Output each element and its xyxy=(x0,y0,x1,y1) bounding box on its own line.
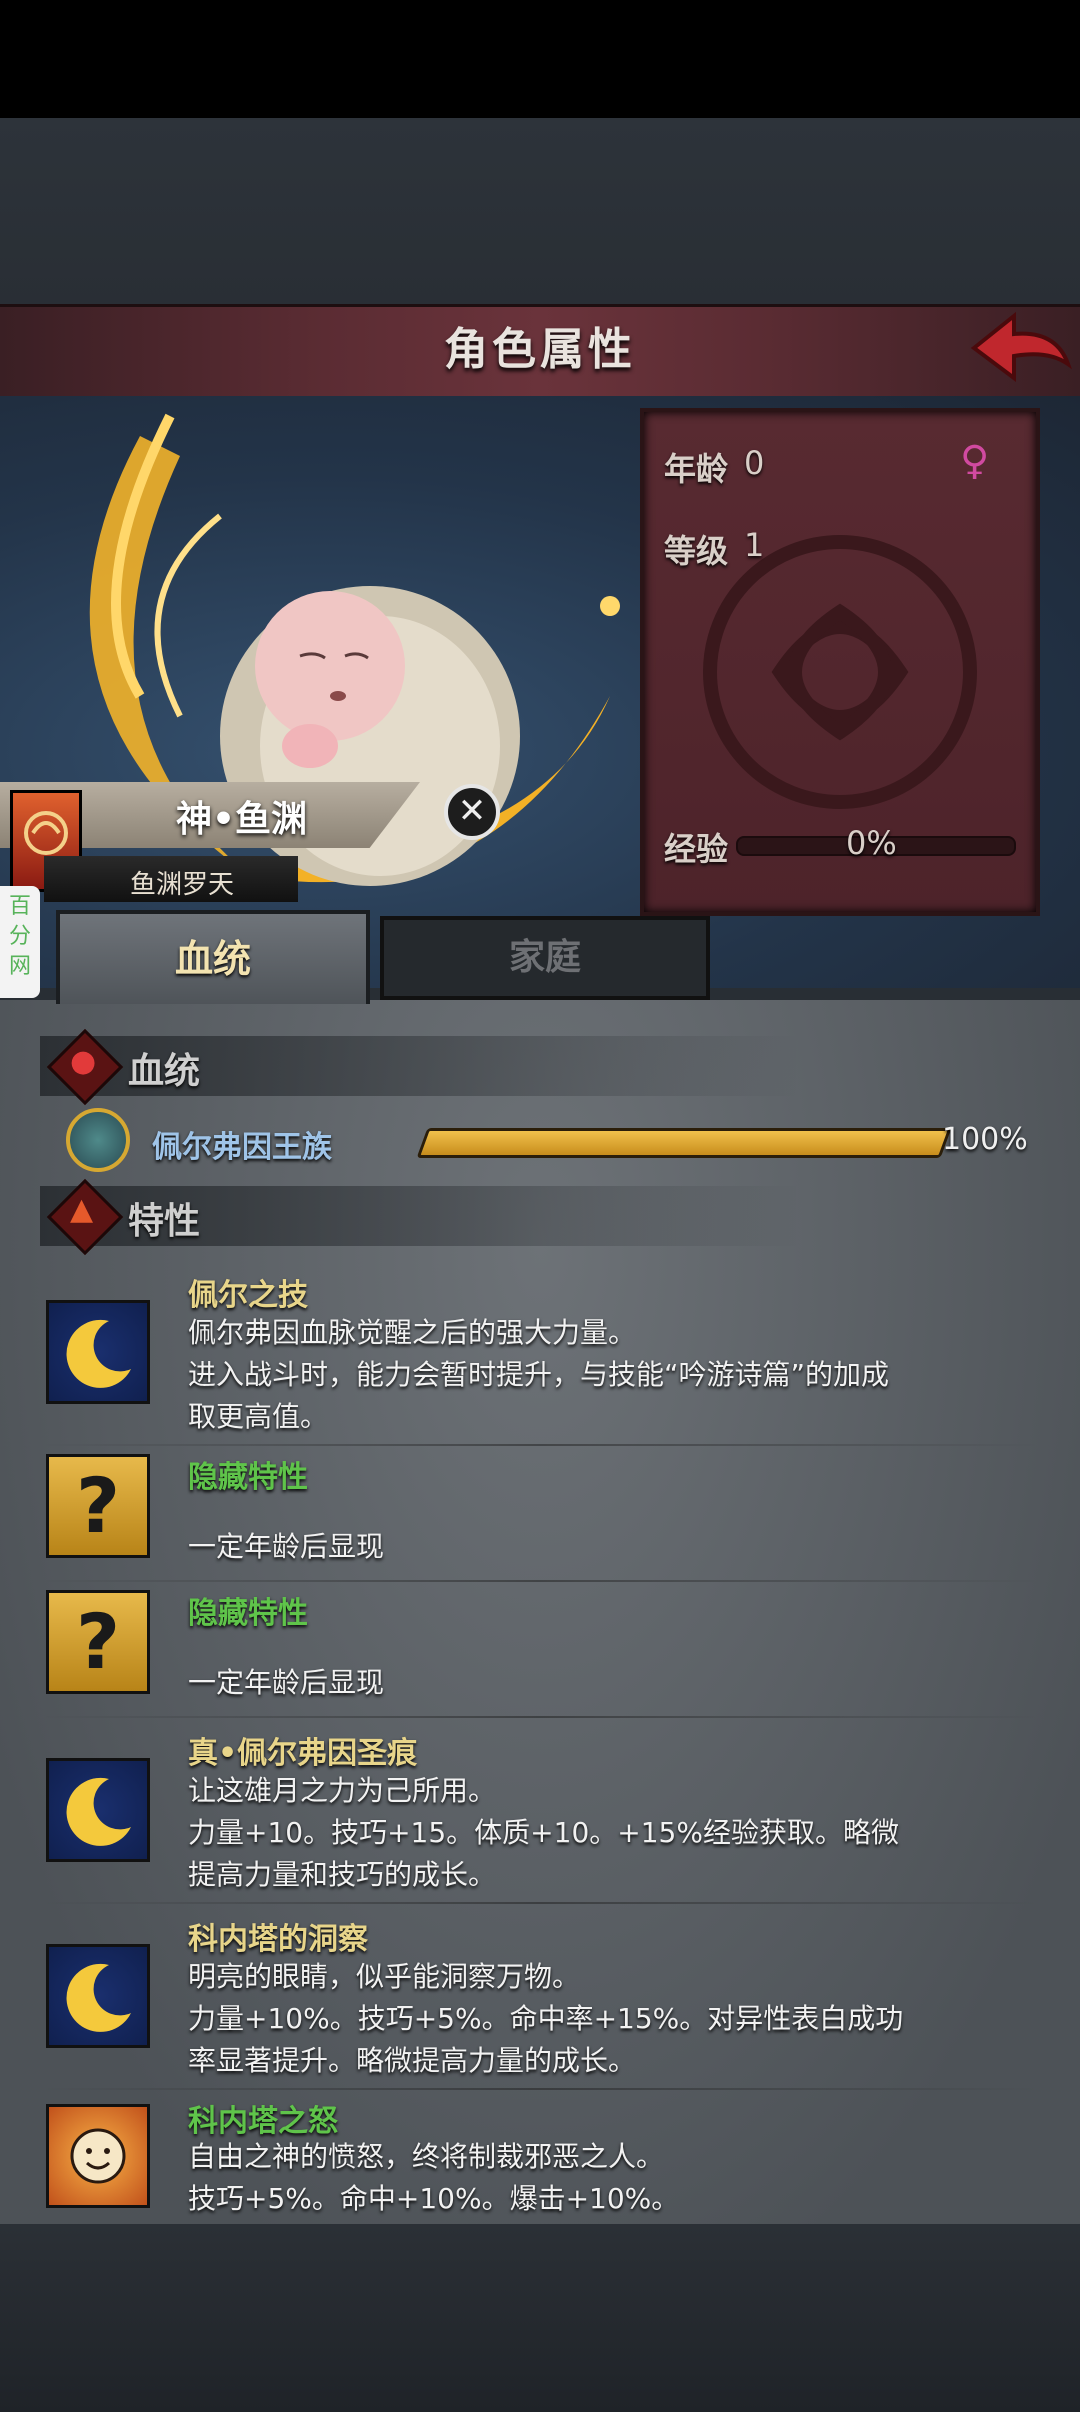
divider xyxy=(40,1716,1040,1718)
traits-section-title: 特性 xyxy=(128,1201,201,1242)
trait-description: 让这雄月之力为己所用。 力量+10。技巧+15。体质+10。+15%经验获取。略… xyxy=(188,1774,899,1891)
trait-description: 佩尔弗因血脉觉醒之后的强大力量。 进入战斗时，能力会暂时提升，与技能“吟游诗篇”… xyxy=(188,1316,890,1433)
tab-lineage-label: 血统 xyxy=(174,937,251,981)
smiling-sun-icon xyxy=(46,2104,150,2208)
lineage-section-title: 血统 xyxy=(128,1051,201,1092)
trait-description: 明亮的眼睛，似乎能洞察万物。 力量+10%。技巧+5%。命中率+15%。对异性表… xyxy=(188,1960,904,2077)
crescent-moon-icon xyxy=(46,1944,150,2048)
female-gender-icon: ♀ xyxy=(960,438,990,484)
bottom-area xyxy=(0,2224,1080,2412)
close-icon: ✕ xyxy=(457,791,487,831)
question-mark-icon: ? xyxy=(46,1590,150,1694)
page-title: 角色属性 xyxy=(444,324,636,375)
lineage-bar xyxy=(416,1128,952,1158)
watermark-text: 百分网 xyxy=(8,894,31,979)
back-button[interactable] xyxy=(968,306,1072,390)
crescent-moon-icon xyxy=(46,1300,150,1404)
flame-glyph: ▲ xyxy=(70,1192,94,1227)
trait-name: 真•佩尔弗因圣痕 xyxy=(188,1736,418,1771)
trait-name: 科内塔的洞察 xyxy=(188,1922,368,1957)
tab-lineage[interactable]: 血统 xyxy=(56,910,370,1004)
status-bar xyxy=(0,0,1080,118)
trait-name: 隐藏特性 xyxy=(188,1596,308,1631)
character-name: 神•鱼渊 xyxy=(176,799,308,840)
exp-label: 经验 xyxy=(664,830,729,868)
age-label: 年龄 xyxy=(664,450,729,488)
trait-name: 佩尔之技 xyxy=(188,1278,308,1313)
exp-value: 0% xyxy=(846,824,897,862)
divider xyxy=(40,1444,1040,1446)
divider xyxy=(40,1580,1040,1582)
lineage-name: 佩尔弗因王族 xyxy=(152,1130,332,1165)
age-value: 0 xyxy=(744,444,765,482)
trait-description: 自由之神的愤怒，终将制裁邪恶之人。 技巧+5%。命中+10%。爆击+10%。 xyxy=(188,2140,680,2215)
back-arrow-icon xyxy=(970,311,1072,382)
tab-family-label: 家庭 xyxy=(508,937,581,978)
trait-name: 科内塔之怒 xyxy=(188,2104,338,2139)
tab-family[interactable]: 家庭 xyxy=(380,916,710,1000)
watermark-badge: 百分网 xyxy=(0,886,40,998)
blood-drop-glyph: ● xyxy=(70,1044,97,1079)
trait-description: 一定年龄后显现 xyxy=(188,1530,385,1563)
crescent-moon-icon xyxy=(46,1758,150,1862)
question-glyph: ? xyxy=(75,1597,121,1686)
level-label: 等级 xyxy=(664,532,729,570)
celtic-knot-icon xyxy=(703,535,977,809)
trait-name: 隐藏特性 xyxy=(188,1460,308,1495)
royal-crest-icon xyxy=(66,1108,130,1172)
lineage-percent: 100% xyxy=(942,1122,1028,1157)
character-subtitle: 鱼渊罗天 xyxy=(130,870,235,900)
trait-description: 一定年龄后显现 xyxy=(188,1666,385,1699)
question-mark-icon: ? xyxy=(46,1454,150,1558)
close-x-button[interactable]: ✕ xyxy=(444,784,500,840)
question-glyph: ? xyxy=(75,1461,121,1550)
level-value: 1 xyxy=(744,526,765,564)
divider xyxy=(40,1902,1040,1904)
divider xyxy=(40,2088,1040,2090)
